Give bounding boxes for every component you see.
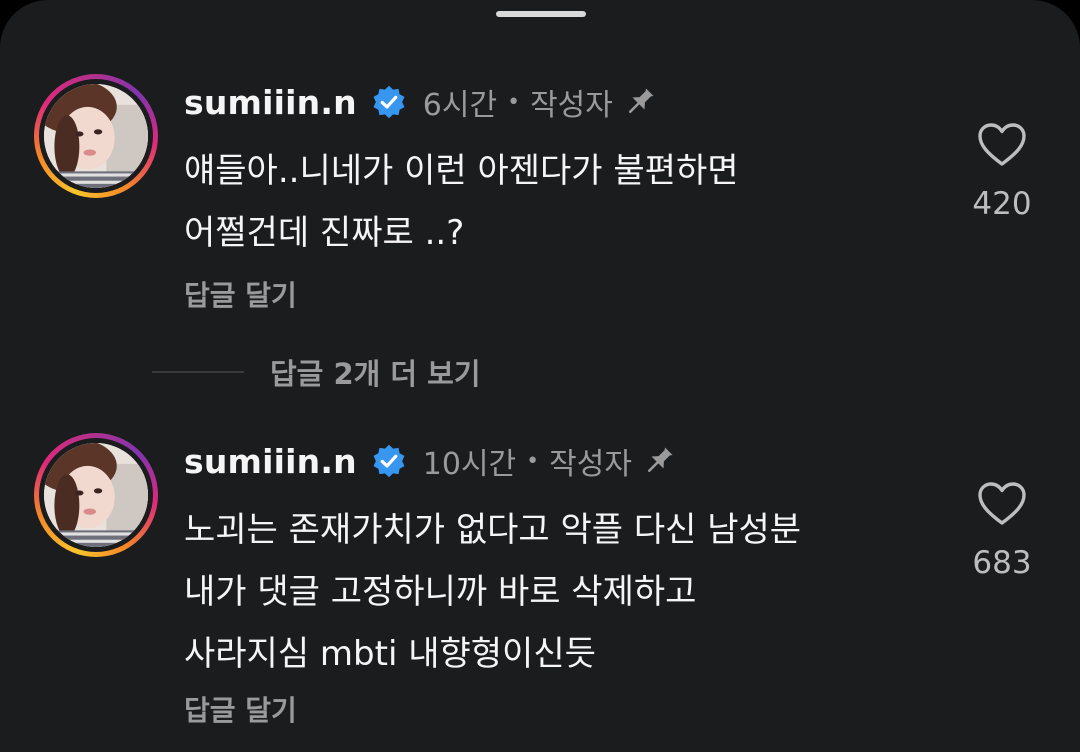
reply-button[interactable]: 답글 달기: [184, 689, 297, 729]
divider-line: [152, 371, 244, 373]
separator-dot: •: [507, 89, 521, 115]
reply-button[interactable]: 답글 달기: [184, 274, 297, 314]
comment-text: 얘들아..니네가 이런 아젠다가 불편하면 어쩔건데 진짜로 ..?: [184, 140, 944, 264]
author-tag: 작성자: [549, 447, 632, 482]
comment-header: sumiiin.n 6시간 • 작성자: [184, 80, 657, 124]
view-more-replies-button[interactable]: 답글 2개 더 보기: [152, 350, 481, 394]
comments-sheet: sumiiin.n 6시간 • 작성자 얘들아..니네가 이런 아젠다가 불편하…: [0, 0, 1080, 752]
like-count: 683: [972, 545, 1032, 581]
username[interactable]: sumiiin.n: [184, 442, 357, 481]
comment-line: 어쩔건데 진짜로 ..?: [184, 213, 465, 253]
comment-time: 6시간: [422, 88, 498, 123]
heart-icon[interactable]: [977, 481, 1027, 527]
like-control: 420: [962, 122, 1042, 222]
heart-icon[interactable]: [977, 122, 1027, 168]
avatar: [44, 443, 148, 547]
view-replies-label: 답글 2개 더 보기: [270, 357, 481, 391]
like-count: 420: [972, 186, 1032, 222]
comment-time: 10시간: [422, 447, 517, 482]
comment-line: 사라지심 mbti 내향형이신듯: [184, 634, 596, 674]
pin-icon: [628, 88, 654, 114]
avatar-story-ring[interactable]: [34, 433, 158, 557]
pin-icon: [647, 447, 673, 473]
author-tag: 작성자: [530, 88, 613, 123]
comment-text: 노괴는 존재가치가 없다고 악플 다신 남성분 내가 댓글 고정하니까 바로 삭…: [184, 499, 944, 685]
avatar-photo: [44, 443, 148, 547]
separator-dot: •: [526, 448, 540, 474]
username[interactable]: sumiiin.n: [184, 83, 357, 122]
comment-line: 노괴는 존재가치가 없다고 악플 다신 남성분: [184, 510, 802, 550]
comment-line: 내가 댓글 고정하니까 바로 삭제하고: [184, 572, 697, 612]
like-control: 683: [962, 481, 1042, 581]
avatar-story-ring[interactable]: [34, 74, 158, 198]
avatar-photo: [44, 84, 148, 188]
comment-line: 얘들아..니네가 이런 아젠다가 불편하면: [184, 151, 739, 191]
sheet-grab-handle[interactable]: [496, 11, 586, 17]
avatar: [44, 84, 148, 188]
verified-badge-icon: [373, 85, 405, 119]
verified-badge-icon: [373, 444, 405, 478]
comment-header: sumiiin.n 10시간 • 작성자: [184, 439, 676, 483]
